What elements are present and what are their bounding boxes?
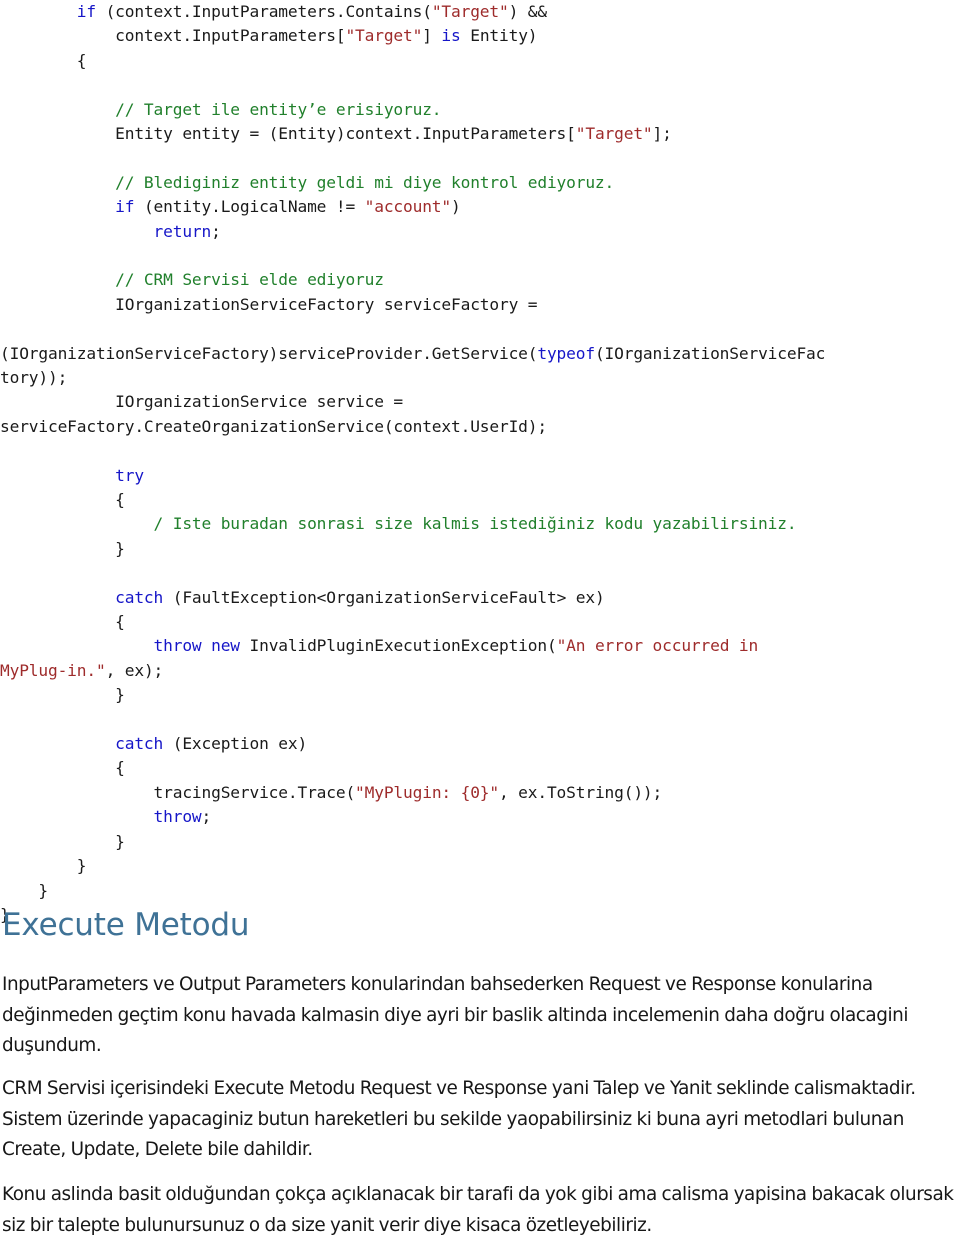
- code-token-pln: {: [0, 50, 87, 70]
- code-token-kw: throw new: [0, 636, 241, 656]
- code-token-pln: ;: [201, 807, 212, 827]
- paragraph-1: InputParameters ve Output Parameters kon…: [2, 974, 909, 1056]
- code-token-cmt: // Blediginiz entity geldi mi diye kontr…: [0, 172, 615, 192]
- paragraph-2: CRM Servisi içerisindeki Execute Metodu …: [2, 1078, 916, 1160]
- code-token-pln: (entity.LogicalName !=: [134, 197, 365, 217]
- code-token-kw: try: [0, 465, 144, 485]
- code-line: IOrganizationServiceFactory serviceFacto…: [0, 293, 960, 317]
- code-line: }: [0, 879, 960, 903]
- code-token-pln: }: [0, 538, 125, 558]
- code-line: context.InputParameters["Target"] is Ent…: [0, 24, 960, 48]
- code-line: throw;: [0, 805, 960, 829]
- code-token-pln: {: [0, 758, 125, 778]
- code-token-kw: throw: [0, 807, 202, 827]
- code-token-pln: }: [0, 856, 87, 876]
- code-token-pln: serviceFactory.CreateOrganizationService…: [0, 416, 547, 436]
- code-token-kw: is: [441, 26, 461, 46]
- code-token-pln: }: [0, 831, 125, 851]
- code-token-pln: (IOrganizationServiceFac: [594, 343, 826, 363]
- code-line: }: [0, 537, 960, 561]
- code-line: {: [0, 610, 960, 634]
- code-token-kw: catch: [0, 587, 164, 607]
- code-line: }: [0, 683, 960, 707]
- code-line: {: [0, 49, 960, 73]
- code-line: // Blediginiz entity geldi mi diye kontr…: [0, 171, 960, 195]
- code-token-pln: IOrganizationServiceFactory serviceFacto…: [0, 294, 538, 314]
- code-token-pln: (IOrganizationServiceFactory)serviceProv…: [0, 343, 538, 363]
- code-token-kw: return: [0, 221, 212, 241]
- code-token-str: "An error occurred in: [556, 636, 759, 656]
- code-token-pln: ];: [652, 124, 672, 144]
- code-token-cmt: // CRM Servisi elde ediyoruz: [0, 270, 384, 290]
- code-line: if (entity.LogicalName != "account"): [0, 195, 960, 219]
- code-token-str: "Target": [431, 2, 509, 21]
- code-token-cmt: / Iste buradan sonrasi size kalmis isted…: [0, 514, 797, 534]
- code-line: catch (FaultException<OrganizationServic…: [0, 586, 960, 610]
- code-line: tracingService.Trace("MyPlugin: {0}", ex…: [0, 781, 960, 805]
- code-line: }: [0, 854, 960, 878]
- code-token-str: "Target": [575, 124, 653, 144]
- paragraph-3: Konu aslinda basit olduğundan çokça açık…: [2, 1184, 954, 1236]
- code-token-kw: if: [0, 197, 135, 217]
- code-token-pln: {: [0, 490, 125, 510]
- code-token-pln: , ex.ToString());: [498, 782, 663, 802]
- code-token-pln: tracingService.Trace(: [0, 782, 356, 802]
- code-token-pln: InvalidPluginExecutionException(: [239, 636, 557, 656]
- code-line: // CRM Servisi elde ediyoruz: [0, 268, 960, 292]
- code-line: try: [0, 464, 960, 488]
- code-token-cmt: // Target ile entity’e erisiyoruz.: [0, 99, 442, 119]
- code-token-pln: }: [0, 880, 48, 900]
- code-token-pln: Entity entity = (Entity)context.InputPar…: [0, 124, 576, 144]
- code-token-kw: catch: [0, 734, 164, 754]
- code-token-str: "MyPlugin: {0}": [355, 782, 499, 802]
- code-line: if (context.InputParameters.Contains("Ta…: [0, 0, 960, 24]
- code-line: return;: [0, 220, 960, 244]
- code-line: tory));: [0, 366, 960, 390]
- code-token-str: MyPlug-in.": [0, 660, 106, 680]
- code-line: throw new InvalidPluginExecutionExceptio…: [0, 634, 960, 658]
- code-token-pln: (context.InputParameters.Contains(: [95, 2, 432, 21]
- code-token-pln: ) &&: [508, 2, 548, 21]
- code-block: if (context.InputParameters.Contains("Ta…: [0, 0, 960, 927]
- code-line: {: [0, 756, 960, 780]
- code-token-str: "Target": [345, 26, 423, 46]
- code-line: catch (Exception ex): [0, 732, 960, 756]
- code-token-str: "account": [364, 197, 452, 217]
- code-line: Entity entity = (Entity)context.InputPar…: [0, 122, 960, 146]
- code-line: (IOrganizationServiceFactory)serviceProv…: [0, 342, 960, 366]
- document-page: if (context.InputParameters.Contains("Ta…: [0, 0, 960, 1236]
- code-line: serviceFactory.CreateOrganizationService…: [0, 415, 960, 439]
- code-line: IOrganizationService service =: [0, 390, 960, 414]
- code-token-pln: tory));: [0, 368, 68, 388]
- code-token-pln: ]: [422, 26, 442, 46]
- code-token-pln: }: [0, 685, 125, 705]
- code-token-pln: (Exception ex): [163, 734, 308, 754]
- code-token-pln: (FaultException<OrganizationServiceFault…: [163, 587, 605, 607]
- code-line: MyPlug-in.", ex);: [0, 659, 960, 683]
- code-line: }: [0, 830, 960, 854]
- code-token-pln: Entity): [460, 26, 538, 46]
- code-token-pln: , ex);: [105, 660, 164, 680]
- code-token-pln: ;: [211, 221, 221, 241]
- code-line: // Target ile entity’e erisiyoruz.: [0, 98, 960, 122]
- code-token-kw: if: [0, 2, 96, 21]
- code-line: / Iste buradan sonrasi size kalmis isted…: [0, 512, 960, 536]
- code-line: {: [0, 488, 960, 512]
- section-heading-execute-metodu: Execute Metodu: [2, 907, 250, 943]
- code-token-kw: typeof: [537, 343, 595, 363]
- code-token-pln: context.InputParameters[: [0, 26, 346, 46]
- code-token-pln: IOrganizationService service =: [0, 392, 404, 412]
- code-token-pln: ): [451, 197, 461, 217]
- code-token-pln: {: [0, 612, 125, 632]
